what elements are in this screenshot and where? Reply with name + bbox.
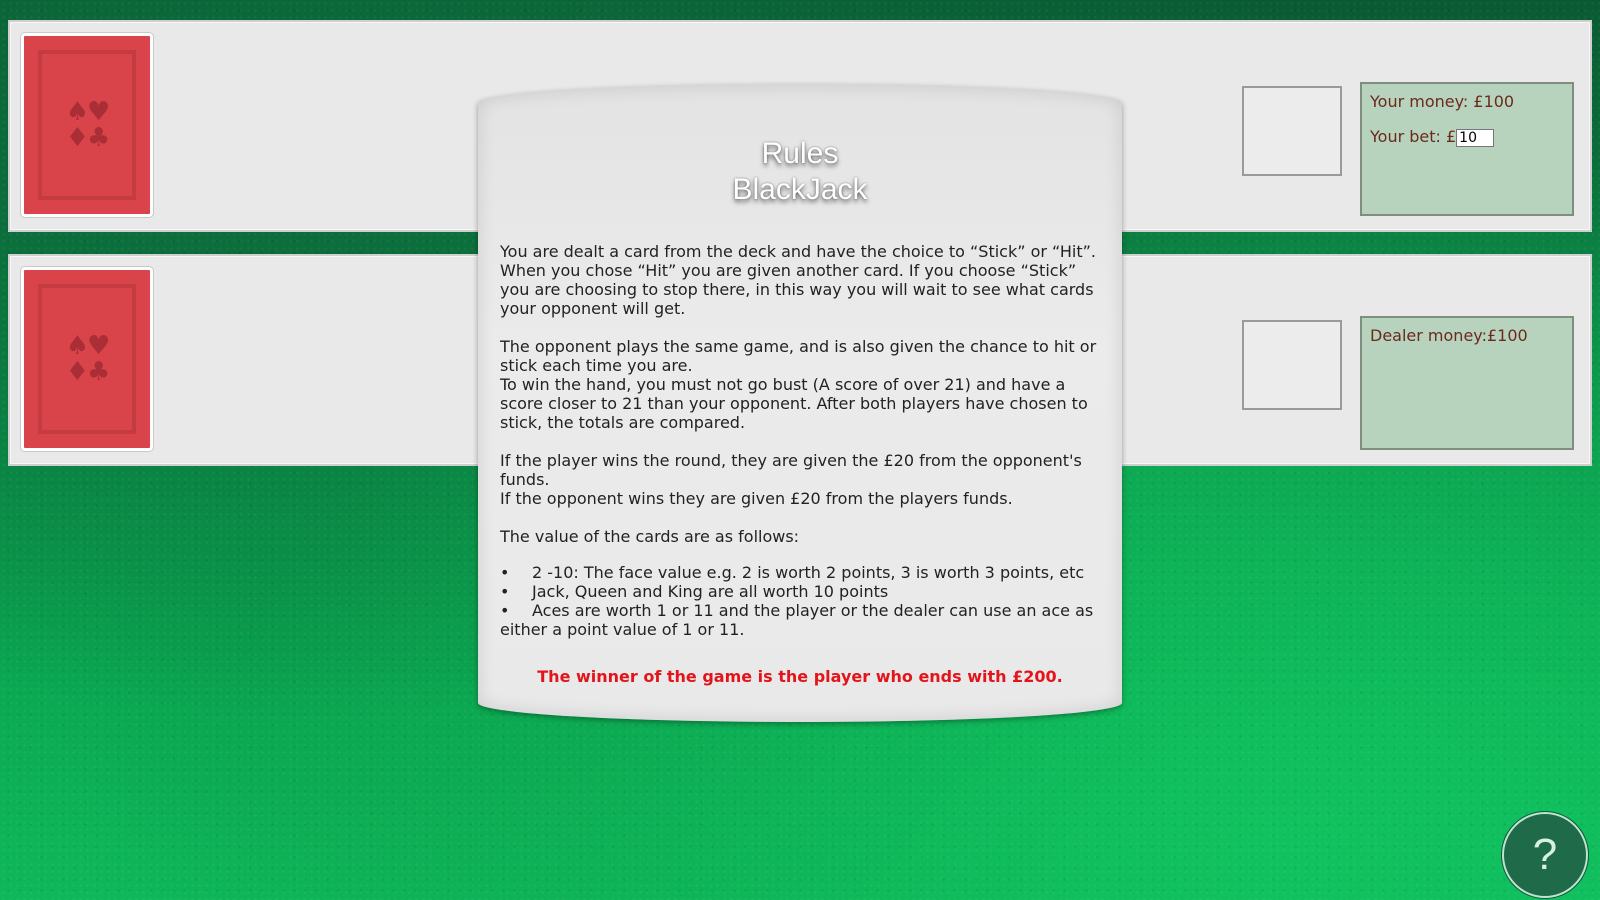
dealer-money: Dealer money:£100 [1370,326,1528,345]
list-item: Aces are worth 1 or 11 and the player or… [500,601,1100,639]
bet-label: Your bet: £ [1370,127,1457,146]
rules-body: You are dealt a card from the deck and h… [500,242,1100,686]
rules-modal: Rules BlackJack You are dealt a card fro… [478,84,1122,722]
help-button[interactable]: ? [1502,812,1588,898]
bet-input[interactable] [1456,128,1495,147]
question-mark-icon: ? [1532,830,1558,879]
player-card-slot [1242,86,1342,176]
player-bet-row: Your bet: £ [1370,127,1564,147]
player-info-box: Your money: £100 Your bet: £ [1360,82,1574,216]
card-values-list: 2 -10: The face value e.g. 2 is worth 2 … [500,563,1100,639]
rules-para-opponent: The opponent plays the same game, and is… [500,337,1097,375]
dealer-info-box: Dealer money:£100 [1360,316,1574,450]
dealer-card-slot [1242,320,1342,410]
rules-para-opponent-wins: If the opponent wins they are given £20 … [500,489,1013,508]
list-item: Jack, Queen and King are all worth 10 po… [500,582,1100,601]
dealer-deck[interactable]: ♠♥ ♦♣ [21,267,153,451]
card-back-suits-icon: ♠♥ ♦♣ [65,331,111,387]
player-deck[interactable]: ♠♥ ♦♣ [21,33,153,217]
rules-para-player-wins: If the player wins the round, they are g… [500,451,1082,489]
card-values-heading: The value of the cards are as follows: [500,527,800,546]
rules-para-deal: You are dealt a card from the deck and h… [500,242,1096,318]
list-item: 2 -10: The face value e.g. 2 is worth 2 … [500,563,1100,582]
rules-title: Rules BlackJack [732,137,868,206]
card-back-suits-icon: ♠♥ ♦♣ [65,97,111,153]
winner-condition: The winner of the game is the player who… [537,667,1063,686]
rules-para-win: To win the hand, you must not go bust (A… [500,375,1088,432]
player-money: Your money: £100 [1370,92,1515,111]
